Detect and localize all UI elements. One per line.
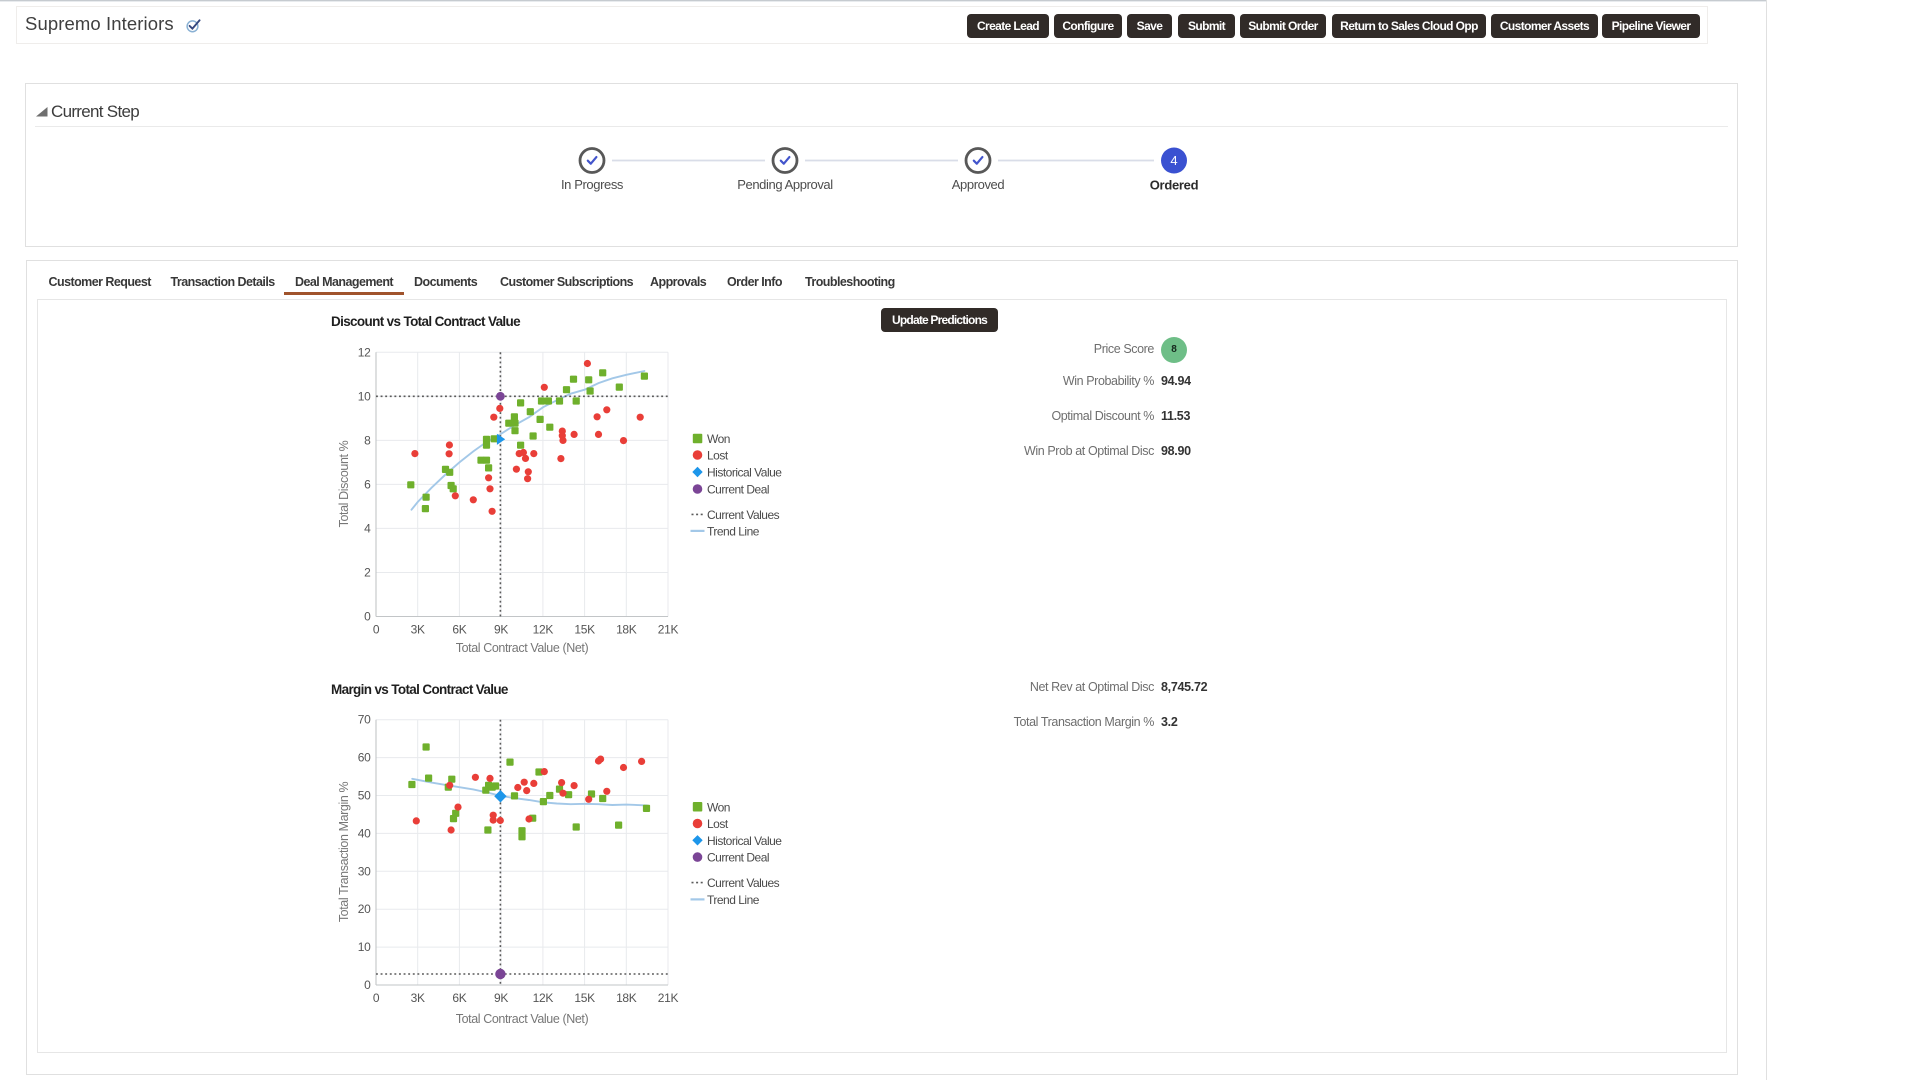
svg-text:18K: 18K xyxy=(616,623,637,637)
svg-text:30: 30 xyxy=(358,864,371,878)
svg-text:Total Transaction Margin %: Total Transaction Margin % xyxy=(337,782,351,923)
svg-text:4: 4 xyxy=(1170,153,1177,168)
svg-text:Trend Line: Trend Line xyxy=(707,893,760,907)
svg-text:Won: Won xyxy=(707,432,730,446)
svg-text:Total Contract Value (Net): Total Contract Value (Net) xyxy=(456,1012,589,1026)
svg-text:Current Deal: Current Deal xyxy=(707,851,769,865)
svg-text:8: 8 xyxy=(364,433,371,447)
svg-text:6: 6 xyxy=(364,477,371,491)
svg-text:Current Deal: Current Deal xyxy=(707,483,769,497)
svg-text:Total Contract Value (Net): Total Contract Value (Net) xyxy=(456,641,589,655)
svg-text:Won: Won xyxy=(707,800,730,814)
svg-text:Current Values: Current Values xyxy=(707,876,780,890)
svg-text:18K: 18K xyxy=(616,991,637,1005)
svg-text:60: 60 xyxy=(358,751,371,765)
svg-text:3K: 3K xyxy=(411,623,425,637)
svg-text:Current Values: Current Values xyxy=(707,508,780,522)
svg-text:12K: 12K xyxy=(533,623,554,637)
svg-text:21K: 21K xyxy=(658,623,679,637)
svg-text:9K: 9K xyxy=(494,623,508,637)
svg-text:0: 0 xyxy=(364,978,371,992)
svg-text:6K: 6K xyxy=(452,623,466,637)
svg-text:12K: 12K xyxy=(533,991,554,1005)
svg-text:2: 2 xyxy=(364,566,371,580)
svg-text:70: 70 xyxy=(358,713,371,727)
svg-text:9K: 9K xyxy=(494,991,508,1005)
svg-text:0: 0 xyxy=(373,623,380,637)
svg-text:Historical Value: Historical Value xyxy=(707,834,782,848)
svg-text:50: 50 xyxy=(358,789,371,803)
svg-text:15K: 15K xyxy=(574,991,595,1005)
svg-text:Ordered: Ordered xyxy=(1150,178,1199,193)
svg-text:15K: 15K xyxy=(574,623,595,637)
svg-text:3K: 3K xyxy=(411,991,425,1005)
svg-text:In Progress: In Progress xyxy=(561,177,624,192)
svg-text:40: 40 xyxy=(358,826,371,840)
svg-text:Historical Value: Historical Value xyxy=(707,466,782,480)
svg-text:Lost: Lost xyxy=(707,817,729,831)
svg-text:Trend Line: Trend Line xyxy=(707,524,760,538)
svg-text:6K: 6K xyxy=(452,991,466,1005)
svg-text:Total Discount %: Total Discount % xyxy=(337,440,351,527)
svg-text:0: 0 xyxy=(373,991,380,1005)
svg-text:Approved: Approved xyxy=(952,177,1005,192)
svg-text:10: 10 xyxy=(358,940,371,954)
svg-text:4: 4 xyxy=(364,521,371,535)
svg-text:21K: 21K xyxy=(658,991,679,1005)
svg-text:20: 20 xyxy=(358,902,371,916)
svg-text:12: 12 xyxy=(358,345,371,359)
svg-text:Lost: Lost xyxy=(707,449,729,463)
svg-text:0: 0 xyxy=(364,610,371,624)
svg-text:Pending Approval: Pending Approval xyxy=(737,177,833,192)
svg-text:10: 10 xyxy=(358,389,371,403)
